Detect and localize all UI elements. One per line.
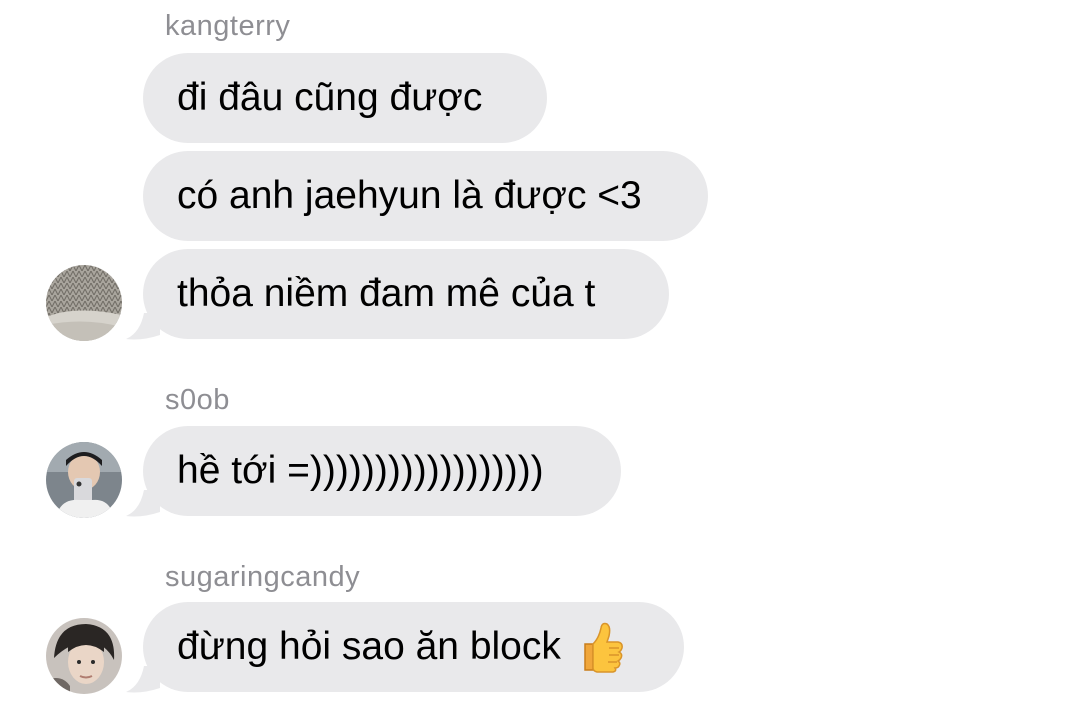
message-text: đi đâu cũng được <box>177 76 483 119</box>
avatar-photo-icon <box>46 618 122 694</box>
avatar-photo-icon <box>46 265 122 341</box>
message-bubble[interactable]: hề tới =)))))))))))))))))) <box>143 426 621 516</box>
sender-name-sugaringcandy: sugaringcandy <box>165 561 361 593</box>
sender-name-kangterry: kangterry <box>165 10 291 42</box>
avatar-s0ob[interactable] <box>46 442 122 518</box>
message-text: có anh jaehyun là được <3 <box>177 174 642 217</box>
message-bubble[interactable]: thỏa niềm đam mê của t <box>143 249 669 339</box>
thumbs-up-icon <box>584 622 623 673</box>
message-text: thỏa niềm đam mê của t <box>177 272 596 315</box>
avatar-photo-icon <box>46 442 122 518</box>
message-text: hề tới =)))))))))))))))))) <box>177 449 544 492</box>
message-bubble[interactable]: có anh jaehyun là được <3 <box>143 151 708 241</box>
avatar-kangterry[interactable] <box>46 265 122 341</box>
sender-name-s0ob: s0ob <box>165 384 230 416</box>
message-text: đừng hỏi sao ăn block <box>177 625 561 668</box>
message-bubble[interactable]: đừng hỏi sao ăn block <box>143 602 684 692</box>
avatar-sugaringcandy[interactable] <box>46 618 122 694</box>
message-bubble[interactable]: đi đâu cũng được <box>143 53 547 143</box>
